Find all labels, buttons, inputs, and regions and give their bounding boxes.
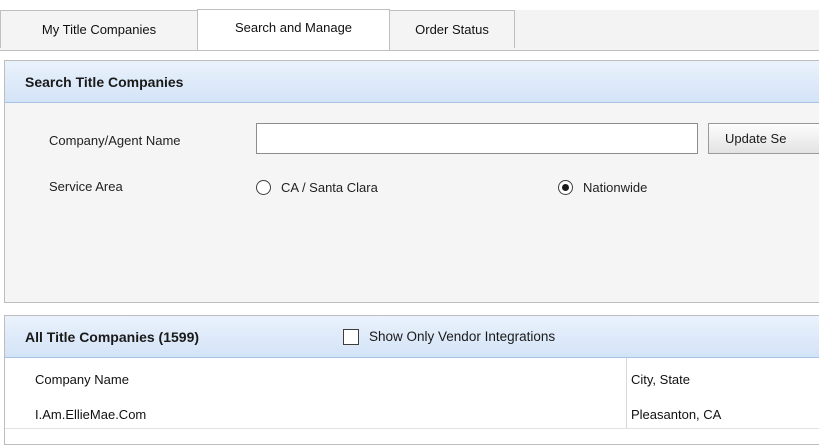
- company-agent-name-input[interactable]: [256, 123, 698, 154]
- tab-strip: My Title Companies Search and Manage Ord…: [0, 9, 819, 51]
- tab-search-and-manage[interactable]: Search and Manage: [197, 9, 390, 50]
- service-area-label: Service Area: [49, 179, 123, 194]
- row-company-name: I.Am.EllieMae.Com: [35, 406, 147, 422]
- table-header-row: Company Name City, State: [5, 358, 819, 401]
- table-row[interactable]: I.Am.EllieMae.Com Pleasanton, CA: [5, 400, 819, 429]
- search-panel: Search Title Companies Company/Agent Nam…: [4, 60, 819, 303]
- results-panel: All Title Companies (1599) Show Only Ven…: [4, 315, 819, 445]
- tab-order-status[interactable]: Order Status: [389, 10, 515, 48]
- radio-ca-santa-clara[interactable]: [256, 180, 271, 195]
- row-city-state: Pleasanton, CA: [631, 406, 722, 422]
- radio-nationwide-label: Nationwide: [583, 180, 648, 195]
- update-search-button[interactable]: Update Se: [708, 123, 819, 154]
- results-panel-header: All Title Companies (1599) Show Only Ven…: [5, 316, 819, 358]
- radio-selected-dot: [562, 184, 569, 191]
- column-separator[interactable]: [626, 358, 627, 400]
- vendor-integrations-label: Show Only Vendor Integrations: [369, 329, 556, 344]
- tab-my-title-companies[interactable]: My Title Companies: [0, 10, 198, 48]
- column-separator: [626, 400, 627, 428]
- radio-nationwide[interactable]: [558, 180, 573, 195]
- radio-ca-santa-clara-label: CA / Santa Clara: [281, 180, 378, 195]
- column-header-city-state[interactable]: City, State: [631, 358, 690, 400]
- vendor-integrations-checkbox[interactable]: [343, 329, 359, 345]
- results-panel-title: All Title Companies (1599): [25, 329, 200, 345]
- search-panel-header: Search Title Companies: [5, 61, 819, 103]
- company-agent-name-label: Company/Agent Name: [49, 133, 181, 148]
- column-header-company-name[interactable]: Company Name: [35, 358, 129, 400]
- search-panel-title: Search Title Companies: [25, 74, 184, 90]
